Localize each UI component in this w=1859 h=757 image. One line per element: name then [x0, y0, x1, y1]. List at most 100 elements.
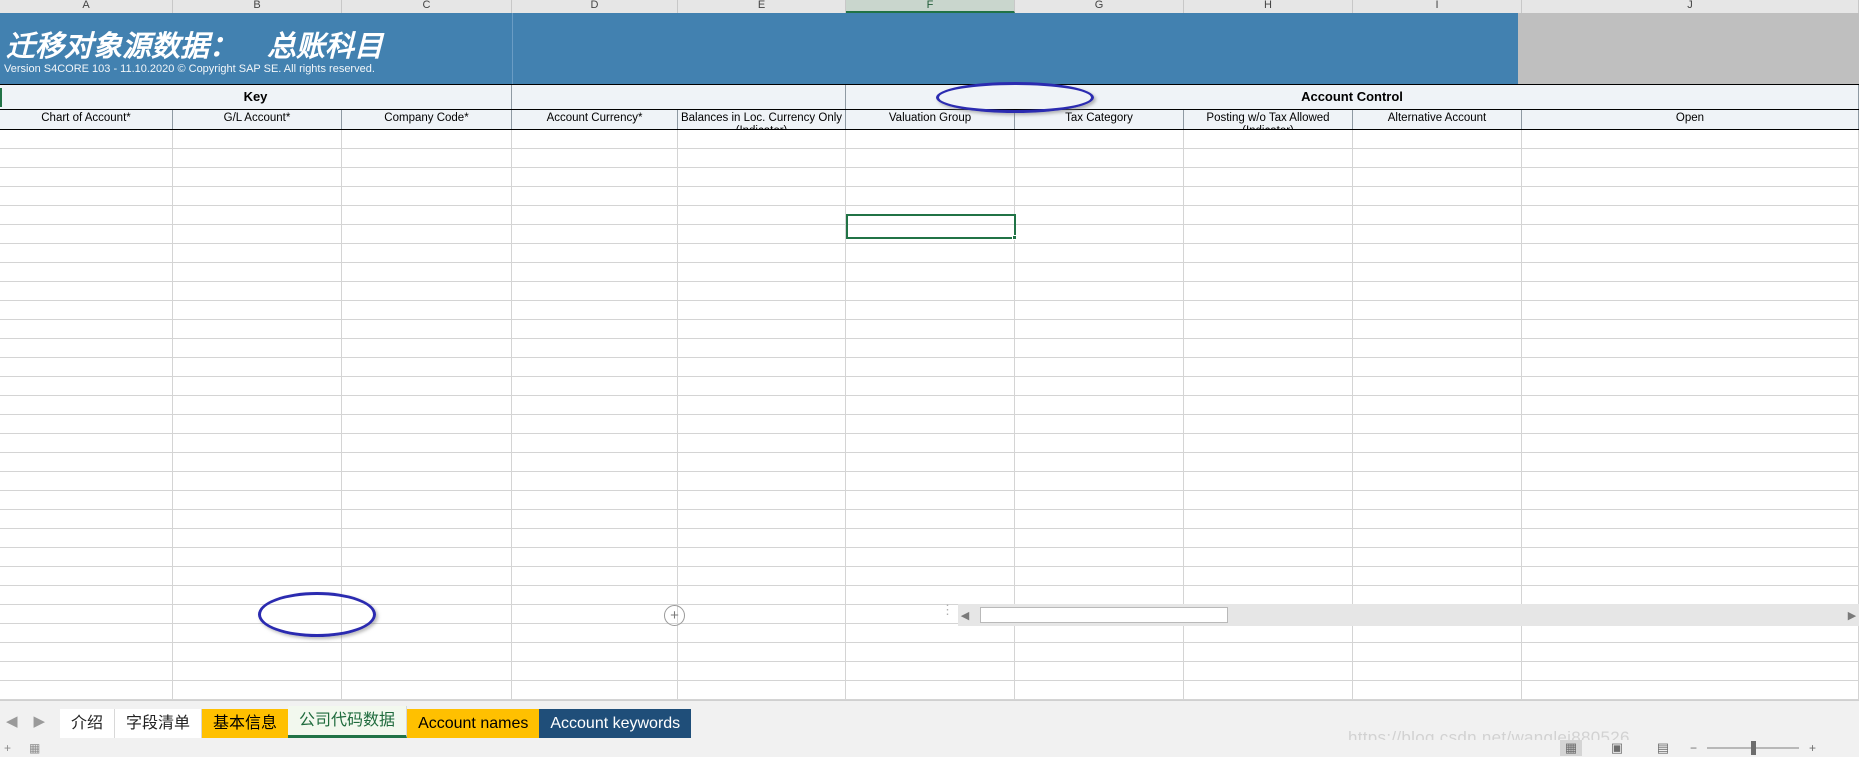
grid-cell[interactable] — [0, 434, 173, 452]
grid-cell[interactable] — [512, 624, 678, 642]
grid-cell[interactable] — [846, 681, 1015, 699]
grid-cell[interactable] — [1015, 586, 1184, 604]
grid-cell[interactable] — [1184, 415, 1353, 433]
grid-cell[interactable] — [512, 377, 678, 395]
grid-cell[interactable] — [173, 529, 342, 547]
grid-cell[interactable] — [512, 149, 678, 167]
grid-cell[interactable] — [342, 529, 512, 547]
grid-cell[interactable] — [173, 282, 342, 300]
sheet-tab-1[interactable]: 字段清单 — [115, 709, 203, 738]
grid-cell[interactable] — [1353, 472, 1522, 490]
grid-cell[interactable] — [1015, 624, 1184, 642]
grid-row[interactable] — [0, 339, 1859, 358]
grid-cell[interactable] — [846, 396, 1015, 414]
grid-cell[interactable] — [1353, 206, 1522, 224]
grid-row[interactable] — [0, 415, 1859, 434]
grid-cell[interactable] — [173, 168, 342, 186]
view-buttons[interactable]: ▦ ▣ ▤ — [1560, 740, 1674, 756]
grid-row[interactable] — [0, 681, 1859, 700]
grid-cell[interactable] — [1522, 168, 1859, 186]
grid-cell[interactable] — [1184, 396, 1353, 414]
grid-cell[interactable] — [1353, 377, 1522, 395]
grid-row[interactable] — [0, 149, 1859, 168]
grid-cell[interactable] — [846, 453, 1015, 471]
grid-row[interactable] — [0, 434, 1859, 453]
grid-cell[interactable] — [173, 434, 342, 452]
grid-cell[interactable] — [512, 548, 678, 566]
column-header-f[interactable]: F — [846, 0, 1015, 13]
grid-cell[interactable] — [342, 643, 512, 661]
grid-cell[interactable] — [846, 244, 1015, 262]
grid-cell[interactable] — [678, 263, 846, 281]
grid-cell[interactable] — [678, 624, 846, 642]
grid-cell[interactable] — [1184, 529, 1353, 547]
grid-cell[interactable] — [0, 415, 173, 433]
grid-cell[interactable] — [342, 187, 512, 205]
grid-cell[interactable] — [342, 472, 512, 490]
grid-cell[interactable] — [512, 396, 678, 414]
grid-cell[interactable] — [1522, 130, 1859, 148]
grid-cell[interactable] — [173, 358, 342, 376]
grid-cell[interactable] — [1353, 263, 1522, 281]
grid-cell[interactable] — [1184, 624, 1353, 642]
grid-cell[interactable] — [342, 168, 512, 186]
grid-cell[interactable] — [1184, 662, 1353, 680]
grid-cell[interactable] — [846, 510, 1015, 528]
grid-cell[interactable] — [1015, 206, 1184, 224]
grid-cell[interactable] — [1015, 529, 1184, 547]
grid-row[interactable] — [0, 168, 1859, 187]
grid-cell[interactable] — [0, 225, 173, 243]
grid-cell[interactable] — [173, 472, 342, 490]
column-header-i[interactable]: I — [1353, 0, 1522, 13]
grid-cell[interactable] — [846, 529, 1015, 547]
grid-cell[interactable] — [512, 434, 678, 452]
grid-cell[interactable] — [846, 130, 1015, 148]
grid-cell[interactable] — [1522, 244, 1859, 262]
grid-cell[interactable] — [1015, 320, 1184, 338]
grid-cell[interactable] — [1522, 225, 1859, 243]
grid-cell[interactable] — [173, 548, 342, 566]
grid-cell[interactable] — [0, 624, 173, 642]
grid-cell[interactable] — [1184, 377, 1353, 395]
grid-cell[interactable] — [512, 472, 678, 490]
grid-cell[interactable] — [678, 225, 846, 243]
grid-cell[interactable] — [512, 301, 678, 319]
grid-cell[interactable] — [342, 491, 512, 509]
grid-cell[interactable] — [846, 301, 1015, 319]
sheet-tab-4[interactable]: Account names — [407, 709, 540, 738]
grid-cell[interactable] — [678, 453, 846, 471]
grid-cell[interactable] — [1522, 282, 1859, 300]
grid-cell[interactable] — [1184, 358, 1353, 376]
grid-row[interactable] — [0, 643, 1859, 662]
grid-cell[interactable] — [0, 149, 173, 167]
grid-cell[interactable] — [1522, 453, 1859, 471]
grid-cell[interactable] — [342, 415, 512, 433]
grid-cell[interactable] — [678, 681, 846, 699]
grid-cell[interactable] — [173, 643, 342, 661]
grid-cell[interactable] — [846, 320, 1015, 338]
grid-cell[interactable] — [1184, 681, 1353, 699]
grid-cell[interactable] — [173, 453, 342, 471]
grid-cell[interactable] — [1522, 301, 1859, 319]
grid-cell[interactable] — [1015, 263, 1184, 281]
grid-cell[interactable] — [342, 434, 512, 452]
grid-cell[interactable] — [678, 206, 846, 224]
grid-cell[interactable] — [1184, 472, 1353, 490]
grid-row[interactable] — [0, 187, 1859, 206]
grid-cell[interactable] — [1015, 130, 1184, 148]
column-header-g[interactable]: G — [1015, 0, 1184, 13]
grid-cell[interactable] — [678, 434, 846, 452]
grid-cell[interactable] — [678, 643, 846, 661]
grid-row[interactable] — [0, 377, 1859, 396]
grid-cell[interactable] — [1353, 548, 1522, 566]
grid-cell[interactable] — [0, 662, 173, 680]
grid-row[interactable] — [0, 510, 1859, 529]
grid-cell[interactable] — [0, 187, 173, 205]
grid-cell[interactable] — [678, 529, 846, 547]
sheet-tab-0[interactable]: 介绍 — [60, 709, 116, 738]
grid-cell[interactable] — [1353, 244, 1522, 262]
grid-cell[interactable] — [342, 453, 512, 471]
column-header-b[interactable]: B — [173, 0, 342, 13]
grid-cell[interactable] — [1184, 149, 1353, 167]
sheet-tabs[interactable]: 介绍 字段清单 基本信息 公司代码数据 Account names Account key… — [60, 704, 692, 738]
